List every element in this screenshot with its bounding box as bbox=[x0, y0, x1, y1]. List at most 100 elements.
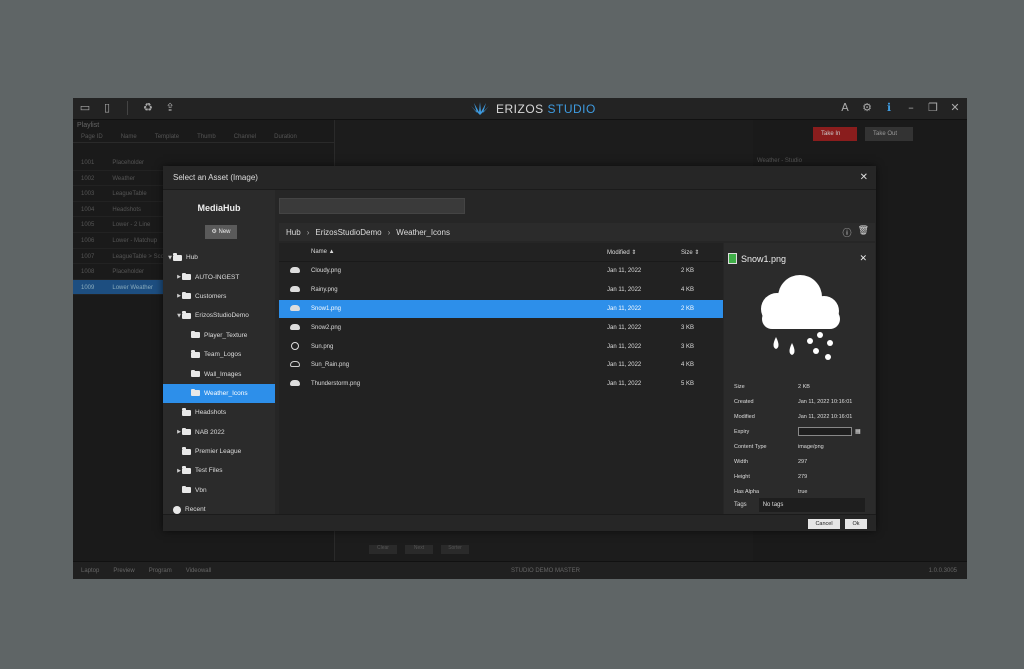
playlist-column-header: Name bbox=[120, 134, 137, 140]
restore-icon[interactable]: ❐ bbox=[927, 102, 939, 114]
page-id: 1006 bbox=[81, 237, 95, 244]
search-input[interactable] bbox=[279, 198, 465, 214]
file-row[interactable]: Cloudy.png Jan 11, 2022 2 KB bbox=[279, 262, 723, 281]
dialog-close-icon[interactable]: ✕ bbox=[860, 172, 868, 183]
property-key: Content Type bbox=[734, 443, 767, 450]
tree-item[interactable]: Weather_Icons bbox=[163, 383, 275, 404]
file-size: 3 KB bbox=[681, 324, 695, 331]
weather-label: Weather - Studio bbox=[757, 158, 802, 164]
program-toggle[interactable]: Program bbox=[149, 568, 172, 574]
folder-icon bbox=[191, 330, 200, 339]
property-key: Modified bbox=[734, 413, 755, 420]
tree-item[interactable]: Team_Logos bbox=[163, 345, 275, 364]
tree-item[interactable]: Player_Texture bbox=[163, 326, 275, 345]
breadcrumb: Hub › ErizosStudioDemo › Weather_Icons ⓘ 🗑 bbox=[279, 223, 875, 241]
property-row: Width 297 bbox=[734, 454, 869, 469]
close-icon[interactable]: ✕ bbox=[949, 102, 961, 114]
new-button[interactable]: ⚙ New bbox=[205, 225, 237, 239]
property-value: image/png bbox=[798, 443, 824, 450]
property-value: Jan 11, 2022 10:16:01 bbox=[798, 413, 853, 420]
size-column-header[interactable]: Size ⇕ bbox=[681, 249, 723, 256]
select-asset-dialog: Select an Asset (Image) ✕ MediaHub ⚙ New… bbox=[163, 166, 876, 531]
modified-column-header[interactable]: Modified ⇕ bbox=[607, 249, 681, 256]
file-row[interactable]: Sun.png Jan 11, 2022 3 KB bbox=[279, 337, 723, 356]
tree-item[interactable]: ▼ Hub bbox=[163, 248, 275, 267]
trash-icon[interactable]: 🗑 bbox=[858, 226, 869, 239]
snow-icon bbox=[290, 304, 300, 311]
tree-item-label: Headshots bbox=[195, 409, 227, 417]
upload-icon[interactable]: ⇪ bbox=[164, 102, 176, 114]
tree-item-label: Test Files bbox=[195, 467, 223, 475]
info-icon[interactable]: ℹ bbox=[883, 102, 895, 114]
tree-item[interactable]: Vbn bbox=[163, 481, 275, 500]
property-row: Expiry ▦ bbox=[734, 424, 869, 439]
take-in-button[interactable]: Take In bbox=[813, 127, 857, 141]
info-icon[interactable]: ⓘ bbox=[843, 226, 852, 239]
sun-icon bbox=[291, 341, 299, 350]
property-row: Created Jan 11, 2022 10:16:01 bbox=[734, 394, 869, 409]
page-name: Placeholder bbox=[112, 160, 145, 166]
breadcrumb-item[interactable]: ErizosStudioDemo bbox=[315, 228, 381, 237]
file-row[interactable]: Snow2.png Jan 11, 2022 3 KB bbox=[279, 318, 723, 337]
tags-input[interactable]: No tags bbox=[758, 498, 865, 512]
ok-button[interactable]: Ok bbox=[845, 519, 867, 529]
cancel-button[interactable]: Cancel bbox=[808, 519, 840, 529]
minimize-icon[interactable]: – bbox=[905, 102, 917, 114]
breadcrumb-item[interactable]: Hub bbox=[286, 228, 301, 237]
preview-toggle[interactable]: Preview bbox=[113, 568, 134, 574]
asset-detail-panel: Snow1.png ✕ Size 2 KB Created Jan 11, 2022 … bbox=[724, 243, 875, 514]
tree-item-label: Team_Logos bbox=[204, 351, 242, 359]
tree-item[interactable]: ▶ NAB 2022 bbox=[163, 423, 275, 442]
file-icon-cell bbox=[279, 341, 311, 352]
tree-item[interactable]: ▶ AUTO-INGEST bbox=[163, 267, 275, 286]
tree-item[interactable]: Wall_Images bbox=[163, 364, 275, 383]
breadcrumb-separator: › bbox=[387, 228, 391, 237]
status-bar: Laptop Preview Program Videowall STUDIO … bbox=[73, 561, 967, 579]
tree-item[interactable]: ▶ Customers bbox=[163, 287, 275, 306]
folder-icon bbox=[182, 427, 191, 436]
page-id: 1002 bbox=[81, 175, 95, 182]
detail-filename: Snow1.png bbox=[741, 253, 787, 264]
file-row[interactable]: Sun_Rain.png Jan 11, 2022 4 KB bbox=[279, 356, 723, 375]
tree-item-label: ErizosStudioDemo bbox=[195, 312, 249, 320]
cloud-icon bbox=[290, 267, 300, 274]
playlist-column-header: Page ID bbox=[81, 134, 103, 140]
tree-item[interactable]: ▶ Test Files bbox=[163, 461, 275, 480]
file-icon[interactable]: ▯ bbox=[101, 102, 113, 114]
sorter-button[interactable]: Sorter bbox=[441, 545, 469, 554]
file-size: 2 KB bbox=[681, 305, 695, 312]
page-name: LeagueTable bbox=[112, 191, 147, 198]
clear-button[interactable]: Clear bbox=[369, 545, 397, 554]
file-row[interactable]: Rainy.png Jan 11, 2022 4 KB bbox=[279, 281, 723, 300]
take-out-button[interactable]: Take Out bbox=[865, 127, 913, 141]
videowall-toggle[interactable]: Videowall bbox=[186, 568, 212, 574]
calendar-icon[interactable]: ▦ bbox=[855, 428, 861, 435]
playlist-columns: Page ID Name Template Thumb Channel Duration bbox=[73, 132, 334, 143]
property-row: Height 279 bbox=[734, 470, 869, 485]
folder-icon bbox=[182, 272, 191, 281]
file-size: 3 KB bbox=[681, 343, 695, 350]
expiry-input[interactable] bbox=[798, 427, 852, 437]
folder-icon bbox=[191, 350, 200, 358]
device-selector[interactable]: Laptop bbox=[81, 568, 99, 574]
name-column-header[interactable]: Name ▲ bbox=[311, 249, 607, 255]
file-row[interactable]: Snow1.png Jan 11, 2022 2 KB bbox=[279, 299, 723, 319]
tree-item[interactable]: Headshots bbox=[163, 403, 275, 422]
tree-item[interactable]: ▼ ErizosStudioDemo bbox=[163, 306, 275, 325]
image-file-icon bbox=[728, 253, 737, 264]
file-name: Snow1.png bbox=[311, 305, 342, 312]
toolbar-divider bbox=[127, 101, 128, 115]
property-value: 279 bbox=[798, 474, 808, 481]
folder-icon bbox=[182, 408, 191, 416]
detail-close-icon[interactable]: ✕ bbox=[859, 254, 867, 264]
open-folder-icon[interactable]: ▭ bbox=[79, 102, 91, 114]
file-row[interactable]: Thunderstorm.png Jan 11, 2022 5 KB bbox=[279, 375, 723, 394]
breadcrumb-item[interactable]: Weather_Icons bbox=[396, 228, 450, 237]
gear-icon[interactable]: ⚙ bbox=[861, 102, 873, 114]
tree-item-label: Premier League bbox=[195, 448, 242, 456]
next-button[interactable]: Next bbox=[405, 545, 433, 554]
recycle-icon[interactable]: ♻ bbox=[142, 102, 154, 114]
page-id: 1001 bbox=[81, 160, 95, 166]
tree-item[interactable]: Premier League bbox=[163, 442, 275, 461]
font-icon[interactable]: A bbox=[839, 102, 851, 114]
